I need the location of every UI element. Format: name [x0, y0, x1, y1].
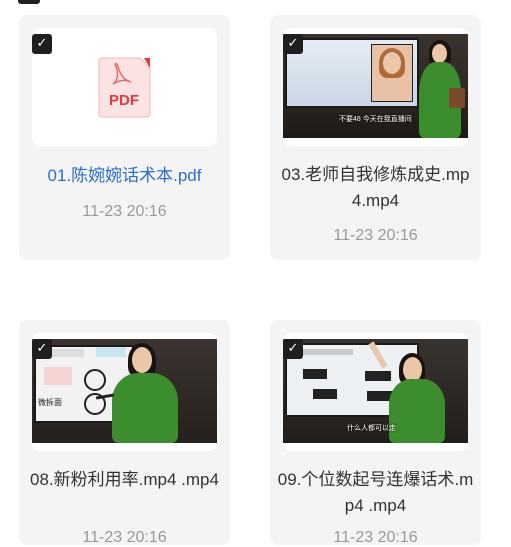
file-card[interactable]: ✓ 不要48 今天在我直播间 03.老师自我修炼成史.mp4.mp4 11-23…: [270, 15, 481, 260]
video-thumbnail[interactable]: 什么人都可以走: [283, 333, 468, 451]
file-date: 11-23 20:16: [333, 227, 418, 244]
file-card[interactable]: ✓ PDF 01.陈婉婉话术本.pdf 11-23 20:16: [19, 15, 230, 260]
pdf-icon-label: PDF: [109, 92, 139, 109]
video-frame: 微拆面: [32, 339, 217, 443]
file-name-link[interactable]: 01.陈婉婉话术本.pdf: [25, 163, 224, 189]
file-thumbnail[interactable]: PDF: [32, 28, 217, 146]
file-card[interactable]: ✓ 什么人都可以走 09.个位数起号连爆话术.mp4 .mp4 11-23 20…: [270, 320, 481, 546]
file-date: 11-23 20:16: [82, 529, 167, 546]
video-thumbnail[interactable]: 微拆面: [32, 333, 217, 451]
checkbox[interactable]: [18, 0, 40, 4]
file-card[interactable]: ✓ 微拆面 08.新粉利用率.mp4 .mp4 11-23 20:16: [19, 320, 230, 546]
file-date: 11-23 20:16: [333, 529, 418, 546]
video-thumbnail[interactable]: 不要48 今天在我直播间: [283, 28, 468, 146]
check-icon[interactable]: ✓: [283, 34, 303, 54]
previous-row-strip: [0, 0, 511, 6]
check-icon[interactable]: ✓: [32, 34, 52, 54]
file-name[interactable]: 03.老师自我修炼成史.mp4.mp4: [276, 162, 475, 214]
pdf-file-icon: PDF: [98, 57, 151, 118]
video-subtitle: 不要48 今天在我直播间: [339, 116, 412, 123]
screen-text: 微拆面: [38, 398, 62, 407]
file-name[interactable]: 09.个位数起号连爆话术.mp4 .mp4: [276, 467, 475, 519]
check-icon[interactable]: ✓: [32, 339, 52, 359]
video-frame: 什么人都可以走: [283, 339, 468, 443]
check-icon[interactable]: ✓: [283, 339, 303, 359]
video-frame: 不要48 今天在我直播间: [283, 34, 468, 138]
file-name[interactable]: 08.新粉利用率.mp4 .mp4: [25, 467, 224, 493]
file-date: 11-23 20:16: [82, 203, 167, 220]
video-subtitle: 什么人都可以走: [347, 425, 396, 432]
